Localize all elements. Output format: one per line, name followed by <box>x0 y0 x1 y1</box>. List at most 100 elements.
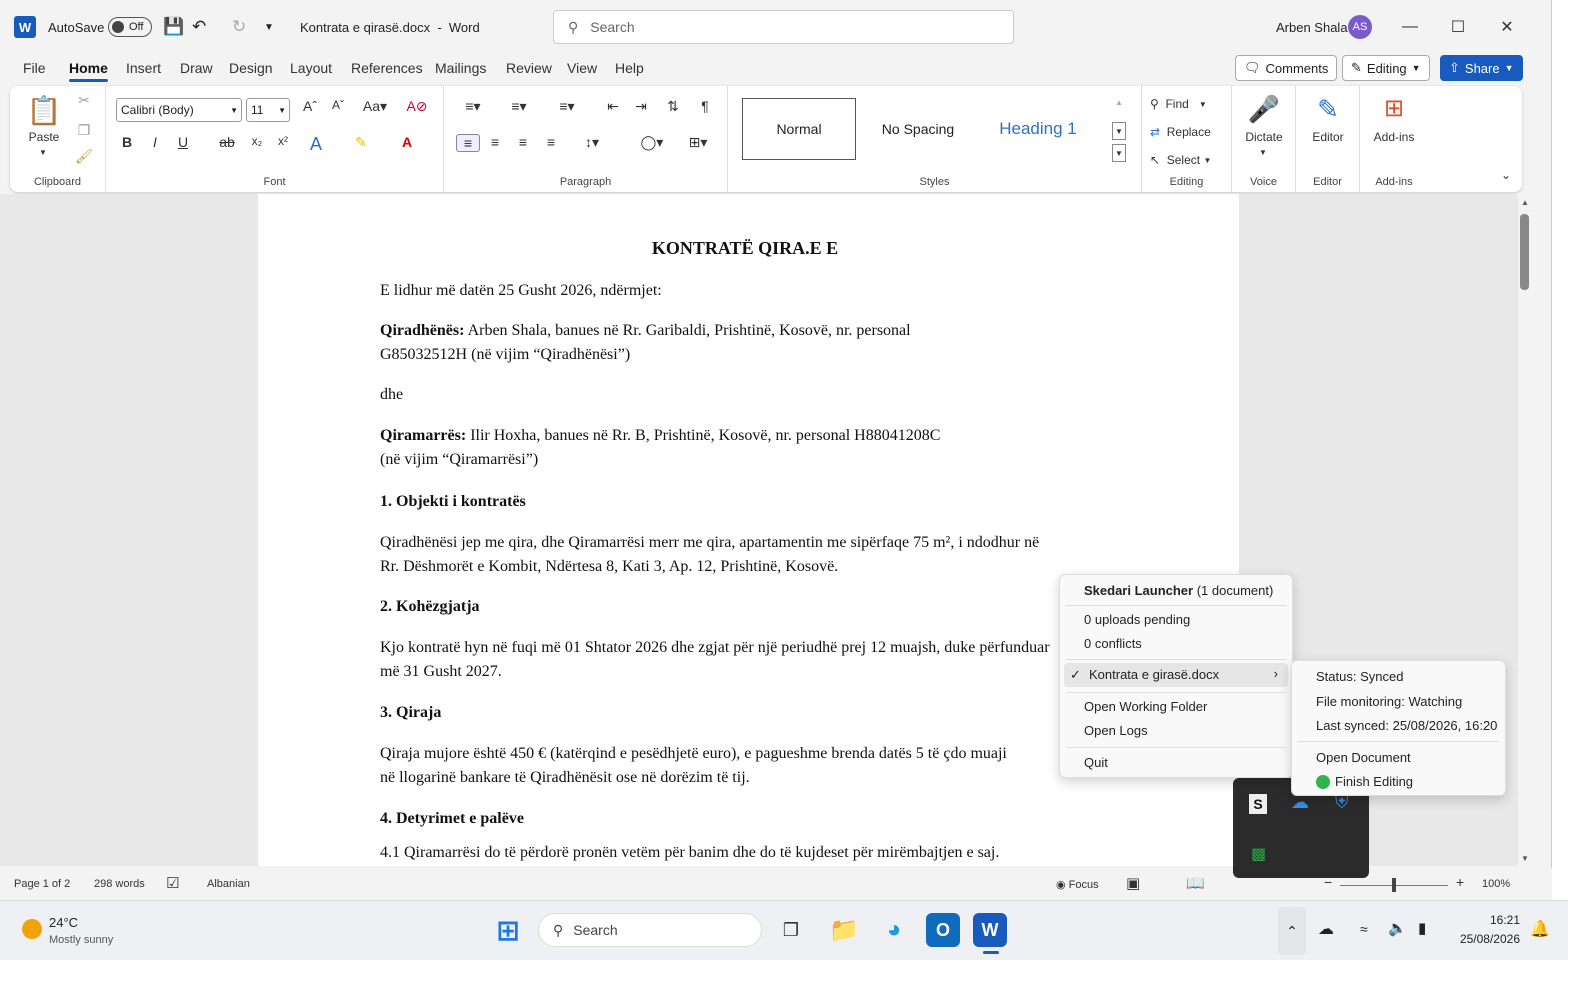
clock-time[interactable]: 16:21 <box>1458 913 1520 927</box>
align-center-icon[interactable]: ≡ <box>484 134 506 150</box>
taskbar-search[interactable]: ⚲ Search <box>538 913 762 947</box>
weather-sun-icon[interactable] <box>22 919 42 939</box>
format-painter-icon[interactable]: 🖌 <box>74 148 94 165</box>
page-count[interactable]: Page 1 of 2 <box>14 878 70 890</box>
open-working-folder[interactable]: Open Working Folder <box>1084 699 1207 714</box>
font-color-icon[interactable]: A <box>392 134 422 150</box>
styles-scroll-up-icon[interactable]: ▲ <box>1112 98 1126 107</box>
align-right-icon[interactable]: ≡ <box>512 134 534 150</box>
skedari-tray-icon[interactable]: S <box>1249 794 1267 814</box>
style-normal[interactable]: Normal <box>742 98 856 160</box>
paste-icon[interactable]: 📋 <box>26 92 62 128</box>
tab-insert[interactable]: Insert <box>126 60 161 76</box>
borders-icon[interactable]: ⊞▾ <box>680 134 716 151</box>
weather-desc[interactable]: Mostly sunny <box>49 934 113 946</box>
vertical-scrollbar[interactable]: ▲ ▼ <box>1518 194 1532 866</box>
font-size-select[interactable]: 11 ▼ <box>246 98 290 122</box>
scrollbar-thumb[interactable] <box>1520 214 1529 290</box>
comments-button[interactable]: 🗨 Comments <box>1235 55 1338 81</box>
copy-icon[interactable]: ❐ <box>74 122 94 139</box>
undo-icon[interactable]: ↶ <box>192 0 206 54</box>
justify-icon[interactable]: ≡ <box>540 134 562 150</box>
bold-icon[interactable]: B <box>116 134 138 150</box>
styles-scroll-down-icon[interactable]: ▼ <box>1112 122 1126 140</box>
addins-button-label[interactable]: Add-ins <box>1362 130 1426 144</box>
proofing-icon[interactable]: ☑ <box>166 874 179 892</box>
font-name-select[interactable]: Calibri (Body) ▼ <box>116 98 242 122</box>
subscript-icon[interactable]: x₂ <box>246 134 268 148</box>
app-tray-icon[interactable]: ▩ <box>1251 844 1266 864</box>
open-logs[interactable]: Open Logs <box>1084 723 1148 738</box>
style-heading-1[interactable]: Heading 1 <box>980 98 1096 160</box>
language[interactable]: Albanian <box>207 878 250 890</box>
chevron-down-icon[interactable]: ▼ <box>36 148 50 157</box>
editor-pen-icon[interactable]: ✎ <box>1312 92 1344 126</box>
tab-references[interactable]: References <box>351 60 423 76</box>
wifi-icon[interactable]: ≈ <box>1360 921 1368 937</box>
tab-review[interactable]: Review <box>506 60 552 76</box>
tab-home[interactable]: Home <box>69 60 108 82</box>
customize-toolbar-icon[interactable]: ▼ <box>264 0 274 54</box>
menu-item-file[interactable]: ✓ Kontrata e girasë.docx › <box>1064 663 1288 687</box>
show-hidden-icons[interactable]: ⌃ <box>1278 907 1306 955</box>
superscript-icon[interactable]: x² <box>272 134 294 148</box>
file-explorer-icon[interactable]: 📁 <box>827 913 861 947</box>
save-icon[interactable]: 💾 <box>163 0 184 54</box>
paste-label[interactable]: Paste <box>24 130 64 144</box>
editor-button-label[interactable]: Editor <box>1300 130 1356 144</box>
dictate-label[interactable]: Dictate <box>1236 130 1292 144</box>
cut-icon[interactable]: ✂ <box>74 92 94 109</box>
notification-bell-icon[interactable]: 🔔 <box>1530 919 1550 939</box>
ribbon-collapse-icon[interactable]: ⌄ <box>1498 168 1514 182</box>
maximize-icon[interactable]: ☐ <box>1444 14 1472 40</box>
find-button[interactable]: ⚲ Find ▼ <box>1150 94 1207 114</box>
highlight-icon[interactable]: ✎ <box>346 134 376 151</box>
zoom-slider-thumb[interactable] <box>1392 878 1396 892</box>
underline-icon[interactable]: U <box>172 134 194 150</box>
display-settings-icon[interactable]: ▣ <box>1126 874 1140 892</box>
clear-formatting-icon[interactable]: A⊘ <box>406 98 428 115</box>
chevron-down-icon[interactable]: ▼ <box>1256 148 1270 157</box>
focus-button[interactable]: ◉ Focus <box>1056 878 1099 891</box>
tab-mailings[interactable]: Mailings <box>435 60 486 76</box>
avatar[interactable]: AS <box>1348 15 1372 39</box>
minimize-icon[interactable]: — <box>1396 14 1424 40</box>
show-formatting-icon[interactable]: ¶ <box>694 98 716 114</box>
microphone-icon[interactable]: 🎤 <box>1248 92 1280 126</box>
clock-date[interactable]: 25/08/2026 <box>1448 932 1520 946</box>
numbering-icon[interactable]: ≡▾ <box>502 98 536 115</box>
battery-icon[interactable]: ▮ <box>1418 919 1426 937</box>
increase-indent-icon[interactable]: ⇥ <box>630 98 652 115</box>
shrink-font-icon[interactable]: Aˇ <box>328 98 348 112</box>
tab-layout[interactable]: Layout <box>290 60 332 76</box>
close-icon[interactable]: ✕ <box>1493 14 1521 40</box>
style-no-spacing[interactable]: No Spacing <box>860 98 976 160</box>
start-icon[interactable]: ⊞ <box>491 913 525 947</box>
addins-grid-icon[interactable]: ⊞ <box>1378 92 1410 124</box>
grow-font-icon[interactable]: Aˆ <box>300 98 320 114</box>
redo-icon[interactable]: ↻ <box>232 0 246 54</box>
change-case-icon[interactable]: Aa▾ <box>360 98 390 115</box>
read-mode-icon[interactable]: 📖 <box>1186 874 1205 892</box>
editing-mode-button[interactable]: ✎ Editing ▼ <box>1342 55 1430 81</box>
tab-help[interactable]: Help <box>615 60 644 76</box>
task-view-icon[interactable]: ❐ <box>774 913 808 947</box>
quit[interactable]: Quit <box>1084 755 1108 770</box>
share-button[interactable]: ⇧ Share ▼ <box>1440 55 1523 81</box>
cloud-status-icon[interactable]: ☁ <box>1318 919 1334 939</box>
volume-icon[interactable]: 🔈 <box>1388 919 1407 937</box>
weather-temp[interactable]: 24°C <box>49 915 78 930</box>
multilevel-list-icon[interactable]: ≡▾ <box>550 98 584 115</box>
sort-icon[interactable]: ⇅ <box>662 98 684 115</box>
finish-editing[interactable]: Finish Editing <box>1316 774 1413 789</box>
replace-button[interactable]: ⇄ Replace <box>1150 122 1211 142</box>
zoom-level[interactable]: 100% <box>1482 878 1510 890</box>
scroll-up-icon[interactable]: ▲ <box>1521 198 1529 207</box>
shading-icon[interactable]: ◯▾ <box>634 134 670 151</box>
select-button[interactable]: ↖ Select ▼ <box>1150 150 1211 170</box>
italic-icon[interactable]: I <box>144 134 166 150</box>
word-taskbar-icon[interactable]: W <box>973 913 1007 947</box>
line-spacing-icon[interactable]: ↕▾ <box>574 134 610 151</box>
word-count[interactable]: 298 words <box>94 878 145 890</box>
autosave-toggle[interactable]: Off <box>108 17 152 37</box>
